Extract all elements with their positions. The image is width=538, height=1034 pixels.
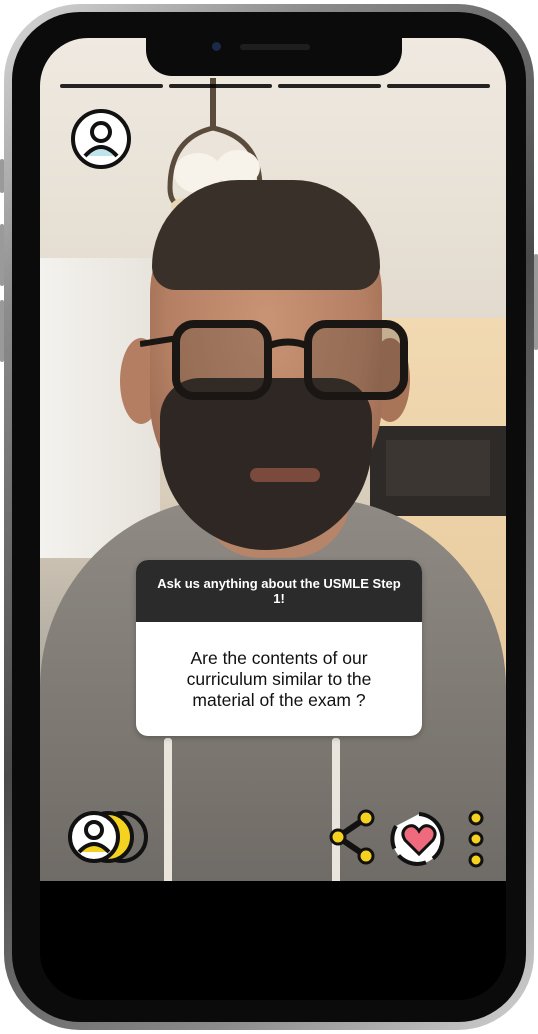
progress-segment — [278, 84, 381, 88]
progress-segment — [60, 84, 163, 88]
more-options-icon[interactable] — [464, 808, 488, 870]
story-photo[interactable]: Ask us anything about the USMLE Step 1! … — [40, 38, 506, 881]
background-shelf-inner — [386, 440, 490, 496]
person-mouth — [250, 468, 320, 482]
volume-down-button — [0, 300, 4, 362]
mute-switch — [0, 159, 4, 193]
story-bottom-area — [40, 881, 506, 1000]
question-prompt: Ask us anything about the USMLE Step 1! — [136, 560, 422, 622]
volume-up-button — [0, 224, 4, 286]
person-glasses — [140, 320, 408, 400]
front-camera — [212, 42, 221, 51]
heart-like-icon[interactable] — [388, 810, 450, 868]
power-button — [534, 254, 538, 350]
share-icon[interactable] — [324, 806, 380, 868]
viewers-icon[interactable] — [64, 808, 154, 866]
hoodie-drawstring-left — [164, 738, 172, 881]
story-screen: Ask us anything about the USMLE Step 1! … — [40, 38, 506, 1000]
story-progress-bar — [60, 84, 490, 89]
person-hair — [152, 180, 380, 290]
profile-icon[interactable] — [70, 108, 132, 170]
progress-segment — [387, 84, 490, 88]
question-answer: Are the contents of our curriculum simil… — [186, 647, 372, 710]
progress-segment — [169, 84, 272, 88]
question-card[interactable]: Ask us anything about the USMLE Step 1! … — [136, 560, 422, 736]
earpiece-speaker — [240, 44, 310, 50]
